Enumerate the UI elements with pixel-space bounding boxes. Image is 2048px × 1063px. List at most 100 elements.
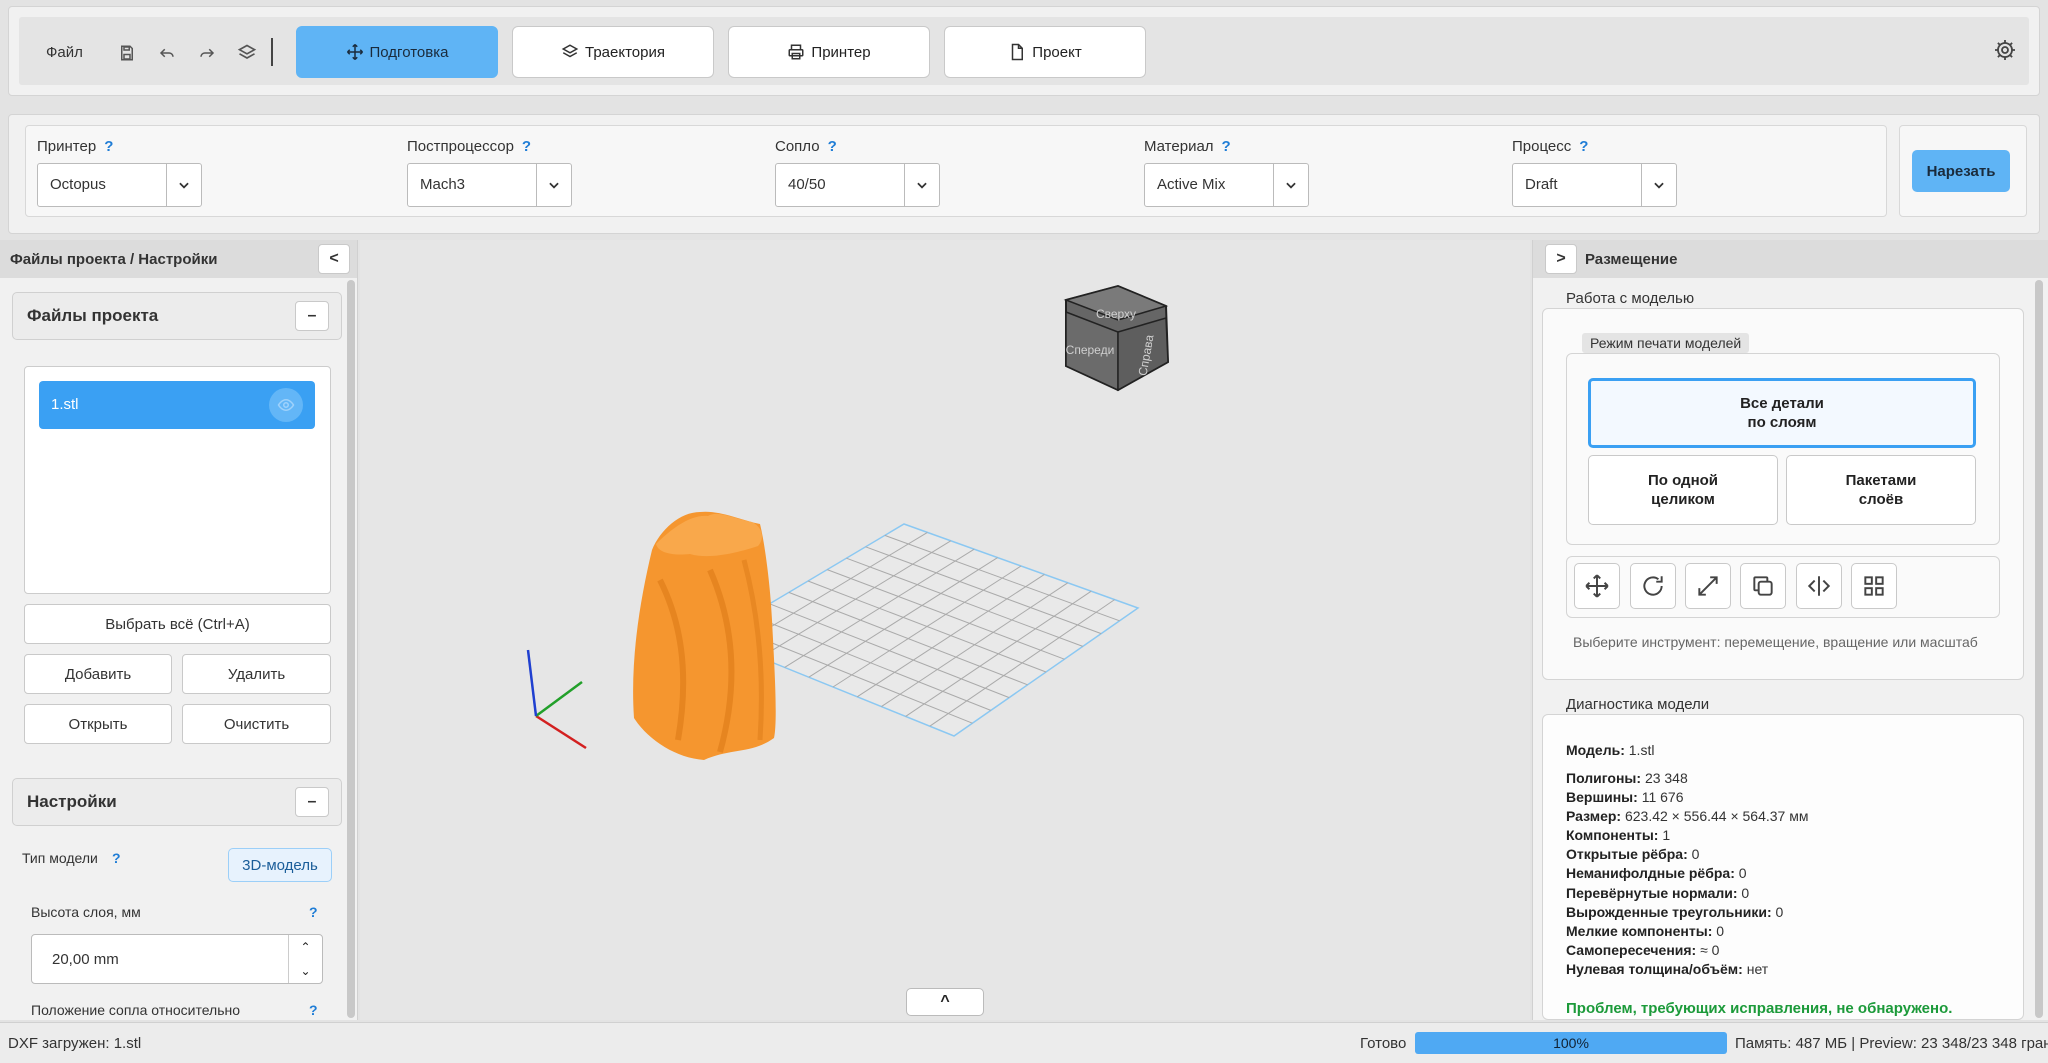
tool-hint: Выберите инструмент: перемещение, вращен… <box>1573 634 1978 650</box>
rotate-icon[interactable] <box>1630 563 1676 609</box>
slice-container: Нарезать <box>1899 125 2027 217</box>
move-icon <box>346 43 363 61</box>
process-value: Draft <box>1513 164 1642 206</box>
print-mode-line: Все детали <box>1740 395 1824 412</box>
expand-bottom-button[interactable]: ^ <box>906 988 984 1016</box>
diag-open-edges: Открытые рёбра: 0 <box>1566 846 1700 862</box>
tab-trajectory[interactable]: Траектория <box>512 26 714 78</box>
layer-height-value: 20,00 mm <box>52 951 119 968</box>
chevron-down-icon[interactable] <box>1274 164 1308 206</box>
tab-preparation[interactable]: Подготовка <box>296 26 498 78</box>
undo-icon[interactable] <box>152 38 182 68</box>
help-icon[interactable]: ? <box>309 904 318 920</box>
postprocessor-select[interactable]: Mach3 <box>407 163 572 207</box>
tab-printer[interactable]: Принтер <box>728 26 930 78</box>
view-cube[interactable]: Сверху Спереди Справа <box>1063 284 1170 392</box>
printer-icon <box>788 44 804 60</box>
process-select[interactable]: Draft <box>1512 163 1677 207</box>
print-mode-one-by-one[interactable]: По одной целиком <box>1588 455 1778 525</box>
open-button[interactable]: Открыть <box>24 704 172 744</box>
help-icon[interactable]: ? <box>309 1002 318 1018</box>
layers-icon[interactable] <box>232 38 262 68</box>
gear-icon[interactable] <box>1993 38 2017 62</box>
diag-model: Модель: 1.stl <box>1566 742 1655 758</box>
mirror-icon[interactable] <box>1796 563 1842 609</box>
printer-selector: Принтер? Octopus <box>37 138 202 207</box>
help-icon[interactable]: ? <box>1222 138 1231 155</box>
expand-right-button[interactable]: > <box>1545 244 1577 274</box>
printer-value: Octopus <box>38 164 167 206</box>
diagnostics-title: Диагностика модели <box>1566 696 1710 713</box>
status-info: Память: 487 МБ | Preview: 23 348/23 348 … <box>1735 1035 2048 1052</box>
right-panel-header: > Размещение <box>1533 240 2048 278</box>
collapse-files-button[interactable]: – <box>295 301 329 331</box>
file-menu[interactable]: Файл <box>46 44 83 61</box>
collapse-left-button[interactable]: < <box>318 244 350 274</box>
list-item[interactable]: 1.stl <box>39 381 315 429</box>
material-value: Active Mix <box>1145 164 1274 206</box>
help-icon[interactable]: ? <box>522 138 531 155</box>
chevron-down-icon[interactable] <box>905 164 939 206</box>
nozzle-selector: Сопло? 40/50 <box>775 138 940 207</box>
eye-icon[interactable] <box>269 388 303 422</box>
add-button[interactable]: Добавить <box>24 654 172 694</box>
help-icon[interactable]: ? <box>828 138 837 155</box>
tab-label: Подготовка <box>369 43 449 61</box>
diag-small-components: Мелкие компоненты: 0 <box>1566 923 1725 939</box>
nozzle-position-label: Положение сопла относительно <box>31 1002 241 1018</box>
print-mode-line: слоёв <box>1858 491 1904 508</box>
chevron-down-icon[interactable] <box>1642 164 1676 206</box>
cube-front-label[interactable]: Спереди <box>1066 343 1115 357</box>
move-icon[interactable] <box>1574 563 1620 609</box>
chevron-up-icon[interactable]: ⌃ <box>300 940 310 954</box>
help-icon[interactable]: ? <box>1579 138 1588 155</box>
printer-select[interactable]: Octopus <box>37 163 202 207</box>
files-section-header[interactable]: Файлы проекта – <box>12 292 342 340</box>
diag-flipped-normals: Перевёрнутые нормали: 0 <box>1566 885 1750 901</box>
settings-section-header[interactable]: Настройки – <box>12 778 342 826</box>
layer-height-input[interactable]: 20,00 mm ⌃ ⌄ <box>31 934 323 984</box>
scale-icon[interactable] <box>1685 563 1731 609</box>
duplicate-icon[interactable] <box>1740 563 1786 609</box>
chevron-down-icon[interactable] <box>537 164 571 206</box>
collapse-settings-button[interactable]: – <box>295 787 329 817</box>
print-mode-line: по слоям <box>1747 414 1817 431</box>
progress-bar: 100% <box>1415 1032 1727 1054</box>
files-section-title: Файлы проекта <box>27 306 159 325</box>
save-icon[interactable] <box>112 38 142 68</box>
model-1stl[interactable] <box>633 511 776 760</box>
nozzle-select[interactable]: 40/50 <box>775 163 940 207</box>
cube-top-label[interactable]: Сверху <box>1096 307 1136 321</box>
toolbar-separator <box>271 38 273 66</box>
chevron-down-icon[interactable] <box>167 164 201 206</box>
print-mode-batches[interactable]: Пакетами слоёв <box>1786 455 1976 525</box>
document-icon <box>1012 43 1024 61</box>
select-all-button[interactable]: Выбрать всё (Ctrl+A) <box>24 604 331 644</box>
print-mode-line: целиком <box>1651 491 1715 508</box>
progress-fill: 100% <box>1415 1032 1727 1054</box>
diag-zero-thickness: Нулевая толщина/объём: нет <box>1566 961 1769 977</box>
help-icon[interactable]: ? <box>112 850 121 866</box>
diag-components: Компоненты: 1 <box>1566 827 1671 843</box>
redo-icon[interactable] <box>192 38 222 68</box>
chevron-down-icon[interactable]: ⌄ <box>300 964 310 978</box>
slice-button[interactable]: Нарезать <box>1912 150 2010 192</box>
model-type-button[interactable]: 3D-модель <box>228 848 332 882</box>
scrollbar[interactable] <box>2035 280 2043 1018</box>
layer-height-label: Высота слоя, мм <box>31 904 141 920</box>
remove-button[interactable]: Удалить <box>182 654 331 694</box>
scrollbar[interactable] <box>347 280 355 1018</box>
number-stepper[interactable]: ⌃ ⌄ <box>288 935 322 983</box>
3d-viewport[interactable]: Сверху Спереди Справа ^ <box>360 240 1530 1020</box>
tab-label: Проект <box>1032 43 1082 61</box>
material-select[interactable]: Active Mix <box>1144 163 1309 207</box>
tab-label: Траектория <box>585 43 665 61</box>
diag-polygons: Полигоны: 23 348 <box>1566 770 1688 786</box>
scene[interactable]: Сверху Спереди Справа <box>360 240 1530 1020</box>
clear-button[interactable]: Очистить <box>182 704 331 744</box>
help-icon[interactable]: ? <box>104 138 113 155</box>
tab-project[interactable]: Проект <box>944 26 1146 78</box>
right-panel-title: Размещение <box>1585 250 1678 268</box>
arrange-icon[interactable] <box>1851 563 1897 609</box>
print-mode-all-layers[interactable]: Все детали по слоям <box>1588 378 1976 448</box>
